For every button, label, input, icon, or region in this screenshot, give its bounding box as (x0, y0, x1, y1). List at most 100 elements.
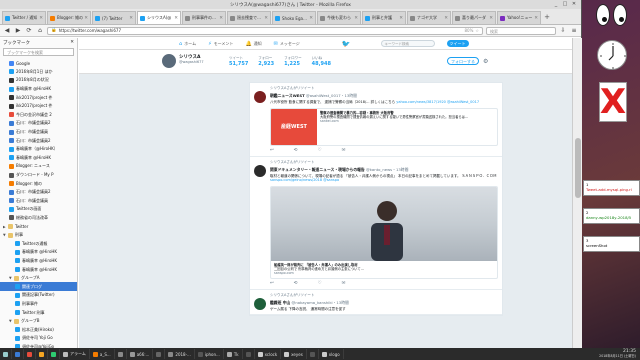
tweet-author[interactable]: 朝鑑ニュースWEST (270, 93, 305, 98)
bookmark-item[interactable]: Twitterの通報 (0, 239, 77, 248)
bookmark-star-icon[interactable]: ☆ (475, 28, 479, 33)
bookmark-item[interactable]: 今日の金沢市議会 2 (0, 111, 77, 120)
bookmark-item[interactable]: 石川：市議会議員 (0, 197, 77, 206)
gear-icon[interactable]: ⚙ (483, 58, 488, 65)
tab-close-icon[interactable]: ✕ (354, 16, 358, 21)
browser-tab[interactable]: Shoko Egawa ✕ (272, 11, 316, 24)
search-input[interactable]: 検索 (486, 26, 556, 35)
browser-tab[interactable]: Twitter / 通知 ✕ (2, 11, 46, 24)
bookmark-item[interactable]: ikk2017/project 件 (0, 93, 77, 102)
taskbar-item[interactable]: a66:... (127, 349, 154, 359)
bookmark-item[interactable]: 須佐寺司 Yoji Go (0, 334, 77, 343)
bookmark-item[interactable]: Blogger: ニュース (0, 162, 77, 171)
tweet-author[interactable]: 関東ドキュメンタリー・報道ニュース・現場からの報告 (270, 167, 365, 172)
tweet[interactable]: シリウスAさんがリツイート 関東ドキュメンタリー・報道ニュース・現場からの報告 @… (250, 157, 502, 290)
tweet-link[interactable]: sanspo.com/geino/news/2018 @sanspo (270, 178, 339, 182)
scrollbar-thumb[interactable] (575, 138, 581, 198)
browser-tab[interactable]: 今後も変わら ✕ (317, 11, 361, 24)
twitter-search-input[interactable]: キーワード検索 (380, 40, 435, 47)
profile-stat[interactable]: フォロー 2,923 (258, 56, 274, 67)
browser-tab[interactable]: 刑事事件の裁判の✕ (182, 11, 226, 24)
tab-close-icon[interactable]: ✕ (309, 16, 313, 21)
tab-close-icon[interactable]: ✕ (129, 16, 133, 21)
browser-tab[interactable]: 喜り最パーダ ✕ (452, 11, 496, 24)
taskbar-item[interactable]: a_S... (90, 349, 115, 359)
bookmark-item[interactable]: 石川：市議会議員 (0, 128, 77, 137)
taskbar-item[interactable] (153, 349, 166, 359)
taskbar-item[interactable]: xeyes (281, 349, 307, 359)
chevron-down-icon[interactable]: ▼ (9, 276, 13, 280)
like-icon[interactable]: ♡ (318, 281, 322, 286)
bookmark-item[interactable]: Twitter:刑事 (0, 308, 77, 317)
avatar[interactable] (254, 297, 266, 310)
tab-close-icon[interactable]: ✕ (534, 16, 538, 21)
bookmark-item[interactable]: 関連ブログ (0, 282, 77, 292)
tab-close-icon[interactable]: ✕ (399, 16, 403, 21)
tweet[interactable]: シリウスAさんがリツイート 鑑識班 中山 @nakayama_kanshiki・1… (250, 290, 502, 316)
start-menu-button[interactable] (0, 349, 12, 359)
tweet-button[interactable]: ツイート (446, 40, 469, 47)
tab-close-icon[interactable]: ✕ (264, 16, 268, 21)
terminal-window-2[interactable]: 2 danny-wp2018y-2018/5 (583, 208, 640, 224)
browser-tab[interactable]: (7) Twitter ✕ (92, 11, 136, 24)
retweet-icon[interactable]: ⟲ (294, 148, 298, 153)
taskbar-item[interactable]: 2018-... (165, 349, 195, 359)
sidebar-title[interactable]: ブックマーク (3, 40, 30, 46)
taskbar-item[interactable] (115, 349, 127, 359)
message-icon[interactable]: ✉ (342, 148, 346, 153)
taskbar-item[interactable]: xlogo (319, 349, 344, 359)
bookmark-item[interactable]: 関連記事(Twitter) (0, 291, 77, 300)
bookmark-item[interactable]: 春嶋廣幸 @HiroHK (0, 265, 77, 274)
like-icon[interactable]: ♡ (318, 148, 322, 153)
close-window-button[interactable]: ✕ (571, 1, 577, 7)
taskbar-item[interactable] (36, 349, 48, 359)
twitter-nav-mail[interactable]: ✉ メッセージ (274, 41, 300, 47)
chevron-down-icon[interactable]: ▼ (3, 233, 7, 237)
bookmark-item[interactable]: 春嶋廣幸（@HiroHK） (0, 145, 77, 154)
message-icon[interactable]: ✉ (342, 281, 346, 286)
bookmark-item[interactable]: Blogger: 雑の (0, 179, 77, 188)
twitter-bird-icon[interactable]: 🐦 (342, 40, 351, 48)
bookmark-item[interactable]: 松本正美(Hiroko) (0, 325, 77, 334)
home-icon[interactable]: ⌂ (36, 27, 44, 35)
reply-icon[interactable]: ↩ (270, 148, 274, 153)
bookmark-item[interactable]: 春嶋廣幸 @HiroHK (0, 257, 77, 266)
bookmark-folder[interactable]: ▶ Twitter (0, 222, 77, 231)
bookmark-item[interactable]: 石川：市議会議員2 (0, 136, 77, 145)
tab-close-icon[interactable]: ✕ (174, 16, 178, 21)
forward-arrow-icon[interactable]: ▶ (14, 27, 22, 35)
bookmark-item[interactable]: ダウンロード - My P (0, 171, 77, 180)
bookmark-item[interactable]: Google (0, 59, 77, 68)
taskbar-item[interactable] (48, 349, 60, 359)
taskbar-item[interactable]: Tk (224, 349, 243, 359)
maximize-button[interactable]: □ (562, 1, 568, 7)
retweet-icon[interactable]: ⟲ (294, 281, 298, 286)
taskbar-clock[interactable]: 21:35 2018年8月11日 (土曜日) (599, 349, 640, 359)
tab-close-icon[interactable]: ✕ (219, 16, 223, 21)
bookmark-item[interactable]: 石川：市議会議員2 (0, 119, 77, 128)
taskbar-item[interactable] (307, 349, 319, 359)
reload-icon[interactable]: ⟳ (25, 27, 33, 35)
bookmark-item[interactable]: ikk2017/project 件 (0, 102, 77, 111)
taskbar-item[interactable]: アラーム (60, 349, 90, 359)
tab-close-icon[interactable]: ✕ (444, 16, 448, 21)
avatar[interactable] (161, 53, 177, 69)
follow-button[interactable]: フォローする (447, 57, 479, 65)
taskbar-item[interactable] (243, 349, 255, 359)
bookmark-folder[interactable]: ▼ 刑事 (0, 231, 77, 240)
browser-tab[interactable]: ナゴヤ大学 ✕ (407, 11, 451, 24)
link-card[interactable]: 船越英一郎が裁判に 「被告人・弁護人」のみ出演し取材 二回目の公判で 刑事裁判の進… (270, 185, 498, 279)
downloads-icon[interactable]: ⇩ (559, 27, 567, 35)
bookmark-item[interactable]: 春嶋廣幸 @HiroHK (0, 248, 77, 257)
bookmark-item[interactable]: Twitterの画面 (0, 205, 77, 214)
bookmark-item[interactable]: 2016年8月の状況 (0, 76, 77, 85)
tweet-author[interactable]: 鑑識班 中山 (270, 300, 290, 305)
link-card[interactable]: 産経WEST 警察の捜査機関で暴力的…容疑・事務所 大阪府警 大阪府警の捜査機関で捜… (270, 107, 498, 146)
browser-tab[interactable]: 過去捜査で冤罪に✕ (227, 11, 271, 24)
terminal-window-1[interactable]: 1 Tweet-add-mysql-ping.rl (583, 180, 640, 196)
bookmark-folder[interactable]: ▼ グループA (0, 274, 77, 283)
bookmark-search-input[interactable]: ブックマークを検索 (3, 48, 74, 56)
page-scrollbar[interactable] (572, 38, 582, 348)
profile-stat[interactable]: ツイート 51,757 (229, 56, 248, 67)
profile-stat[interactable]: いいね 48,948 (312, 56, 331, 67)
